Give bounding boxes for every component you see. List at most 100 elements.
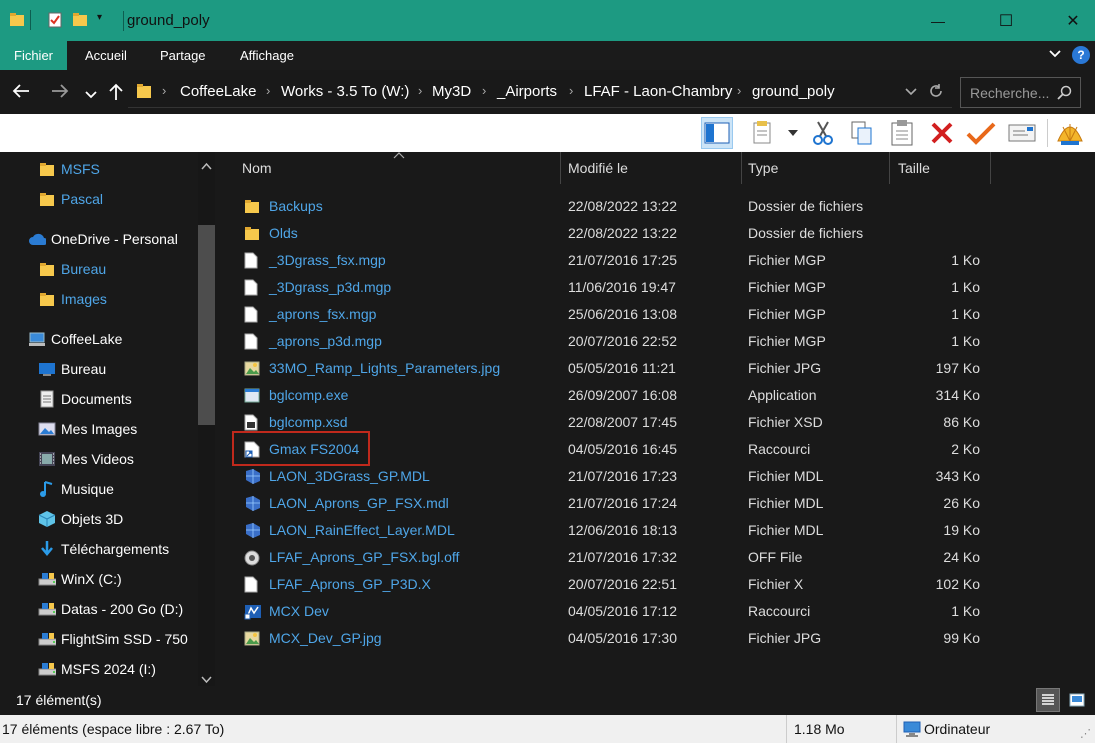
- file-row[interactable]: MCX Dev 04/05/2016 17:12 Raccourci 1 Ko: [218, 598, 1095, 625]
- cut-icon[interactable]: [807, 117, 839, 149]
- file-name[interactable]: bglcomp.exe: [269, 382, 348, 409]
- tab-fichier[interactable]: Fichier: [0, 41, 68, 70]
- maximize-button[interactable]: ☐: [983, 0, 1029, 41]
- column-divider[interactable]: [889, 152, 890, 184]
- file-row[interactable]: _3Dgrass_fsx.mgp 21/07/2016 17:25 Fichier …: [218, 247, 1095, 274]
- column-header-type[interactable]: Type: [748, 152, 778, 184]
- sidebar-item-images[interactable]: Images: [38, 284, 107, 314]
- sidebar-item-winx-c[interactable]: WinX (C:): [38, 564, 122, 594]
- file-name[interactable]: _3Dgrass_p3d.mgp: [269, 274, 391, 301]
- breadcrumb-chevron-icon[interactable]: ›: [482, 83, 486, 98]
- column-divider[interactable]: [990, 152, 991, 184]
- expand-ribbon-icon[interactable]: [1048, 47, 1062, 64]
- file-name[interactable]: MCX_Dev_GP.jpg: [269, 625, 382, 652]
- column-header-size[interactable]: Taille: [898, 152, 930, 184]
- file-name[interactable]: LFAF_Aprons_GP_FSX.bgl.off: [269, 544, 459, 571]
- search-input[interactable]: [961, 78, 1056, 107]
- file-row[interactable]: LAON_RainEffect_Layer.MDL 12/06/2016 18:1…: [218, 517, 1095, 544]
- breadcrumb-chevron-icon[interactable]: ›: [569, 83, 573, 98]
- breadcrumb-my3d[interactable]: My3D: [432, 83, 471, 100]
- new-item-icon[interactable]: [748, 117, 780, 149]
- column-divider[interactable]: [741, 152, 742, 184]
- file-name[interactable]: _3Dgrass_fsx.mgp: [269, 247, 386, 274]
- breadcrumb-chevron-icon[interactable]: ›: [418, 83, 422, 98]
- breadcrumb-ground-poly[interactable]: ground_poly: [752, 83, 835, 100]
- sidebar-item-musique[interactable]: Musique: [38, 474, 114, 504]
- file-row[interactable]: LFAF_Aprons_GP_P3D.X 20/07/2016 22:51 Fich…: [218, 571, 1095, 598]
- sidebar-item-objets-3d[interactable]: Objets 3D: [38, 504, 123, 534]
- delete-icon[interactable]: [926, 117, 958, 149]
- file-row[interactable]: LAON_Aprons_GP_FSX.mdl 21/07/2016 17:24 Fi…: [218, 490, 1095, 517]
- breadcrumb-chevron-icon[interactable]: ›: [266, 83, 270, 98]
- tab-affichage[interactable]: Affichage: [226, 41, 308, 70]
- file-row[interactable]: bglcomp.exe 26/09/2007 16:08 Application 31…: [218, 382, 1095, 409]
- scroll-down-icon[interactable]: [201, 671, 212, 687]
- column-divider[interactable]: [560, 152, 561, 184]
- large-icons-view-icon[interactable]: [1066, 690, 1088, 710]
- breadcrumb-coffeelake[interactable]: CoffeeLake: [180, 83, 256, 100]
- file-row[interactable]: 33MO_Ramp_Lights_Parameters.jpg 05/05/201…: [218, 355, 1095, 382]
- properties-icon[interactable]: [47, 12, 63, 28]
- nav-scrollbar-thumb[interactable]: [198, 225, 215, 425]
- sidebar-item-onedrive-personal[interactable]: OneDrive - Personal: [28, 224, 178, 254]
- new-item-dropdown-icon[interactable]: [785, 117, 801, 149]
- file-row[interactable]: _3Dgrass_p3d.mgp 11/06/2016 19:47 Fichier …: [218, 274, 1095, 301]
- column-header-name[interactable]: Nom: [242, 152, 272, 184]
- details-view-icon[interactable]: [1036, 688, 1060, 712]
- refresh-icon[interactable]: [928, 83, 944, 102]
- file-row[interactable]: Backups 22/08/2022 13:22 Dossier de fichie…: [218, 193, 1095, 220]
- sidebar-item-flightsim-ssd-750[interactable]: FlightSim SSD - 750: [38, 624, 188, 654]
- file-name[interactable]: LAON_3DGrass_GP.MDL: [269, 463, 430, 490]
- file-name[interactable]: LAON_RainEffect_Layer.MDL: [269, 517, 455, 544]
- customize-qat-icon[interactable]: ▾: [97, 12, 113, 28]
- address-dropdown-icon[interactable]: [905, 85, 917, 101]
- file-name[interactable]: _aprons_fsx.mgp: [269, 301, 376, 328]
- sidebar-item-pascal[interactable]: Pascal: [38, 184, 103, 214]
- file-name[interactable]: LAON_Aprons_GP_FSX.mdl: [269, 490, 449, 517]
- sidebar-item-mes-videos[interactable]: Mes Videos: [38, 444, 134, 474]
- close-button[interactable]: ✕: [1050, 0, 1095, 41]
- file-name[interactable]: 33MO_Ramp_Lights_Parameters.jpg: [269, 355, 500, 382]
- sidebar-item-datas-200-go-d[interactable]: Datas - 200 Go (D:): [38, 594, 183, 624]
- sidebar-item-msfs-2024-i[interactable]: MSFS 2024 (I:): [38, 654, 156, 684]
- breadcrumb-chevron-icon[interactable]: ›: [737, 83, 741, 98]
- shell-icon[interactable]: [1054, 117, 1086, 149]
- file-row[interactable]: LFAF_Aprons_GP_FSX.bgl.off 21/07/2016 17:…: [218, 544, 1095, 571]
- search-icon[interactable]: [1057, 85, 1072, 103]
- copy-icon[interactable]: [846, 117, 878, 149]
- checkmark-icon[interactable]: [965, 117, 997, 149]
- minimize-button[interactable]: —: [915, 0, 961, 41]
- tab-partage[interactable]: Partage: [146, 41, 220, 70]
- sidebar-item-documents[interactable]: Documents: [38, 384, 132, 414]
- file-row[interactable]: Olds 22/08/2022 13:22 Dossier de fichiers: [218, 220, 1095, 247]
- breadcrumb-works[interactable]: Works - 3.5 To (W:): [281, 83, 409, 100]
- paste-icon[interactable]: [886, 117, 918, 149]
- file-row[interactable]: LAON_3DGrass_GP.MDL 21/07/2016 17:23 Fichi…: [218, 463, 1095, 490]
- sidebar-item-bureau[interactable]: Bureau: [38, 354, 106, 384]
- file-name[interactable]: _aprons_p3d.mgp: [269, 328, 382, 355]
- recent-locations-button[interactable]: [85, 85, 97, 106]
- file-row[interactable]: MCX_Dev_GP.jpg 04/05/2016 17:30 Fichier JP…: [218, 625, 1095, 652]
- file-row[interactable]: _aprons_p3d.mgp 20/07/2016 22:52 Fichier M…: [218, 328, 1095, 355]
- sidebar-item-coffeelake[interactable]: CoffeeLake: [28, 324, 122, 354]
- help-icon[interactable]: ?: [1072, 46, 1090, 64]
- file-name[interactable]: MCX Dev: [269, 598, 329, 625]
- file-row[interactable]: _aprons_fsx.mgp 25/06/2016 13:08 Fichier M…: [218, 301, 1095, 328]
- folder-icon[interactable]: [9, 12, 25, 28]
- properties-card-icon[interactable]: [1006, 117, 1038, 149]
- sidebar-item-t-l-chargements[interactable]: Téléchargements: [38, 534, 169, 564]
- file-name[interactable]: Olds: [269, 220, 298, 247]
- file-name[interactable]: LFAF_Aprons_GP_P3D.X: [269, 571, 431, 598]
- file-name[interactable]: Backups: [269, 193, 323, 220]
- sidebar-item-mes-images[interactable]: Mes Images: [38, 414, 137, 444]
- new-folder-icon[interactable]: [72, 12, 88, 28]
- back-button[interactable]: [12, 83, 30, 104]
- breadcrumb-chevron-icon[interactable]: ›: [162, 83, 166, 98]
- search-box[interactable]: [960, 77, 1081, 108]
- up-button[interactable]: [108, 83, 124, 106]
- column-header-modified[interactable]: Modifié le: [568, 152, 628, 184]
- scroll-up-icon[interactable]: [201, 157, 212, 173]
- tab-accueil[interactable]: Accueil: [71, 41, 141, 70]
- sidebar-item-bureau[interactable]: Bureau: [38, 254, 106, 284]
- breadcrumb-airports[interactable]: _Airports: [497, 83, 557, 100]
